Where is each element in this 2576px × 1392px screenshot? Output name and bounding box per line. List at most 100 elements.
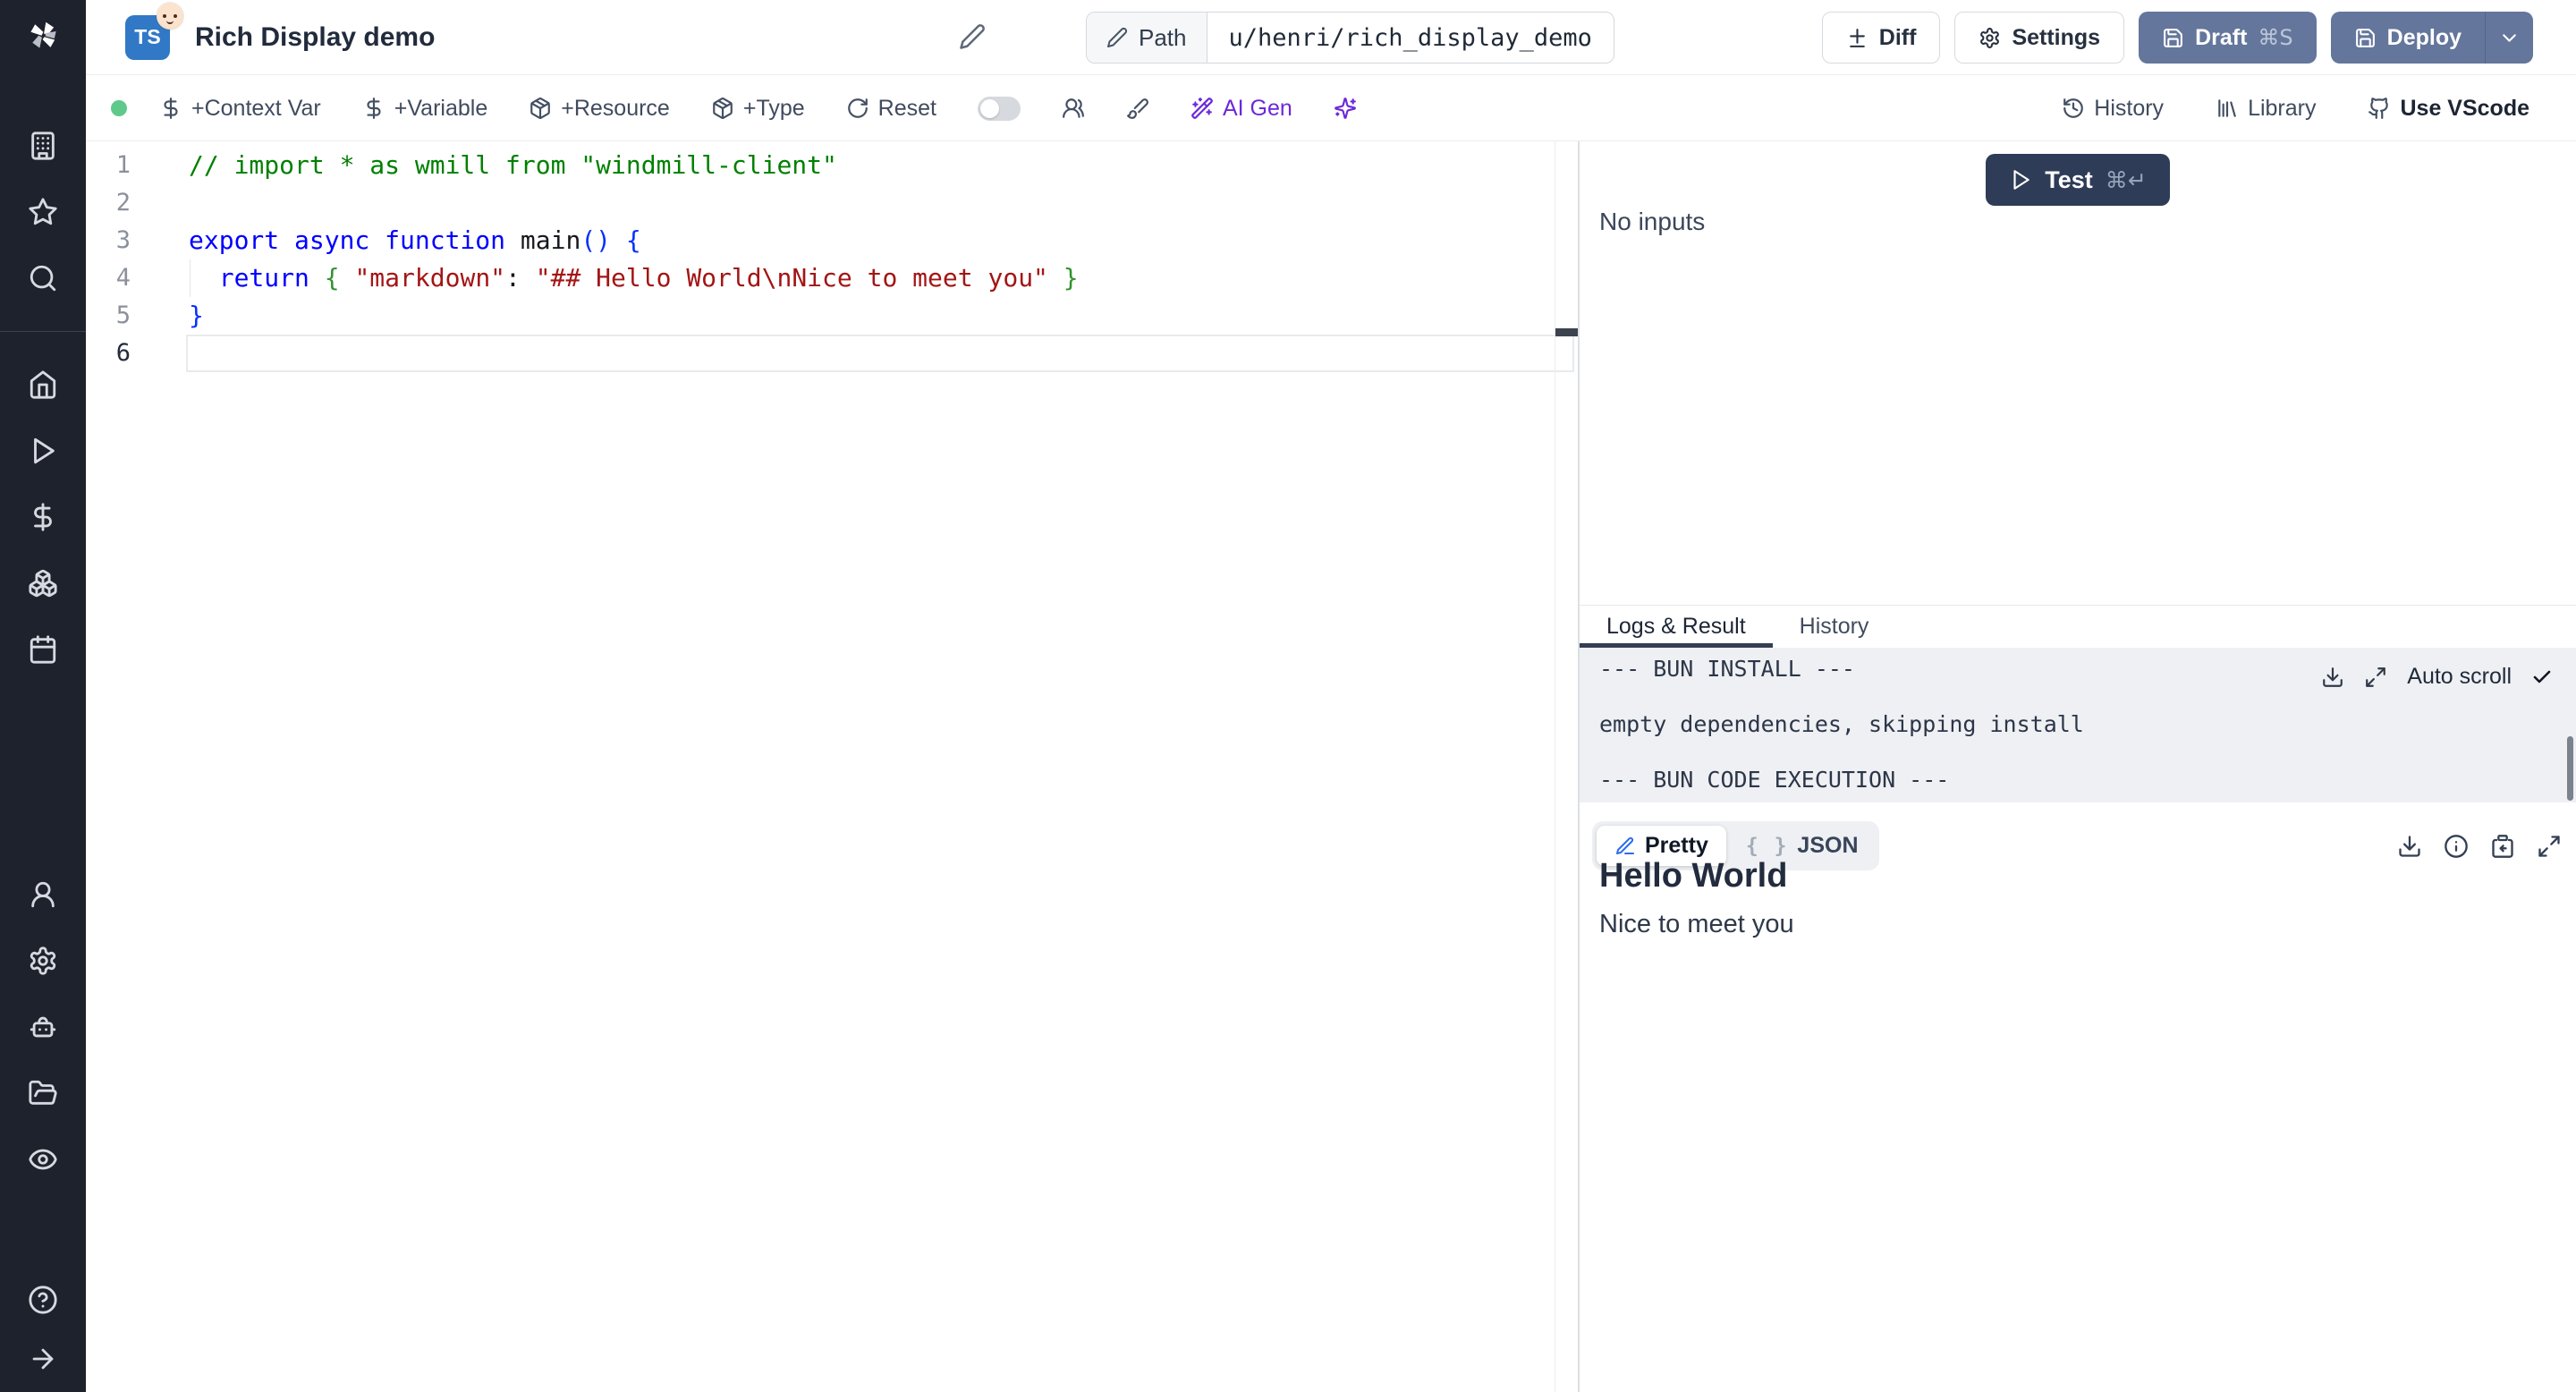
use-vscode-button[interactable]: Use VScode [2368,96,2529,122]
sidebar-item-favorites[interactable] [28,197,58,227]
expand-result-button[interactable] [2537,834,2562,859]
format-button[interactable] [1126,97,1149,120]
reset-label: Reset [877,95,936,121]
download-icon [2399,835,2420,857]
code-line[interactable] [189,335,1079,372]
reset-button[interactable]: Reset [846,96,936,122]
sidebar-item-help[interactable] [28,1285,58,1315]
code-line[interactable] [189,184,1079,222]
dollar-icon [164,98,178,119]
multiplayer-toggle[interactable] [977,96,1021,121]
add-context-var-label: +Context Var [191,95,321,121]
code-line[interactable]: // import * as wmill from "windmill-clie… [189,147,1079,184]
result-heading: Hello World [1599,857,1788,895]
path-value[interactable]: u/henri/rich_display_demo [1208,13,1614,63]
expand-icon [2366,666,2386,687]
add-type-label: +Type [742,95,805,121]
overview-ruler-cursor-mark [1555,328,1578,336]
download-icon [2323,666,2343,687]
sidebar-item-resources[interactable] [28,568,58,598]
expand-icon [2538,835,2560,857]
code-line[interactable]: export async function main() { [189,222,1079,259]
tab-logs-result[interactable]: Logs & Result [1580,606,1773,648]
settings-button[interactable]: Settings [1954,12,2125,64]
log-scrollbar[interactable] [2567,736,2573,801]
edit-summary-button[interactable] [959,23,986,50]
sidebar-expand-button[interactable] [28,1344,58,1374]
add-context-var-button[interactable]: +Context Var [159,96,321,122]
windmill-logo[interactable] [22,14,64,55]
sidebar-item-runs[interactable] [28,436,58,466]
github-cat-icon [2368,98,2389,119]
diff-icon [1849,28,1865,47]
download-result-button[interactable] [2397,834,2422,859]
result-info-button[interactable] [2444,834,2469,859]
auto-scroll-label[interactable]: Auto scroll [2407,664,2512,690]
sidebar-item-variables[interactable] [28,502,58,532]
code-content[interactable]: // import * as wmill from "windmill-clie… [189,147,1079,372]
ai-sparkles-button[interactable] [1334,97,1357,120]
calendar-icon [30,635,56,664]
code-line[interactable]: } [189,297,1079,335]
package-icon [713,98,733,119]
search-icon [30,265,56,292]
sidebar-item-home[interactable] [28,369,58,400]
code-line[interactable]: return { "markdown": "## Hello World\nNi… [189,259,1079,297]
add-variable-label: +Variable [394,95,488,121]
draft-shortcut: ⌘S [2258,25,2293,50]
toolbar-left-items: +Context Var +Variable +Resource +Type R… [159,96,1357,122]
test-button[interactable]: Test ⌘↵ [1986,154,2170,206]
header: TS Rich Display demo Path u/henri/rich_d… [86,0,2576,75]
chevron-down-icon [2503,33,2516,42]
copy-result-button[interactable] [2490,834,2515,859]
add-variable-button[interactable]: +Variable [362,96,487,122]
gear-icon [1980,27,2000,48]
sidebar-item-audit-logs[interactable] [28,1144,58,1175]
sidebar-item-search[interactable] [28,263,58,293]
wand-icon [1191,98,1213,119]
script-title: Rich Display demo [195,21,436,52]
diff-label: Diff [1878,24,1917,50]
ai-gen-button[interactable]: AI Gen [1191,96,1292,122]
braces-icon: { } [1745,834,1789,858]
library-button[interactable]: Library [2216,96,2316,122]
home-icon [30,370,56,399]
sidebar-item-users[interactable] [28,879,58,910]
sidebar-item-schedules[interactable] [28,634,58,665]
help-circle-icon [29,1286,57,1314]
logs-output: --- BUN INSTALL --- empty dependencies, … [1580,648,2576,802]
add-resource-button[interactable]: +Resource [529,96,670,122]
deploy-button[interactable]: Deploy [2330,12,2485,64]
multiplayer-button[interactable] [1062,97,1085,120]
history-button[interactable]: History [2062,96,2164,122]
line-number: 1 [115,151,131,179]
gear-icon [30,946,56,975]
test-shortcut: ⌘↵ [2105,166,2147,193]
windmill-script-editor: TS Rich Display demo Path u/henri/rich_d… [0,0,2576,1392]
add-resource-label: +Resource [561,95,670,121]
deploy-dropdown-button[interactable] [2485,12,2533,64]
brush-icon [1127,98,1148,119]
sidebar-item-settings[interactable] [28,946,58,976]
sidebar-item-folders[interactable] [28,1078,58,1108]
sidebar-item-workspace[interactable] [28,131,58,161]
pretty-label: Pretty [1645,833,1708,858]
tab-history[interactable]: History [1773,606,1896,647]
diff-button[interactable]: Diff [1821,12,1941,64]
add-type-button[interactable]: +Type [711,96,805,122]
download-logs-button[interactable] [2321,666,2344,689]
result-body: Nice to meet you [1599,910,1794,938]
folder-open-icon [29,1080,57,1105]
draft-button[interactable]: Draft ⌘S [2139,12,2317,64]
sidebar-item-workers[interactable] [28,1012,58,1042]
library-label: Library [2248,95,2317,121]
path-edit-button[interactable]: Path [1087,13,1208,63]
run-panel: Test ⌘↵ No inputs Logs & Result History … [1580,141,2576,1392]
expand-logs-button[interactable] [2364,666,2387,689]
no-inputs-text: No inputs [1599,208,1706,235]
dollar-icon [367,98,381,119]
play-icon [34,437,55,464]
language-badge: TS [125,2,183,60]
arrow-right-icon [32,1348,54,1370]
code-editor[interactable]: 1 2 3 4 5 6 // import * as wmill from "windmi… [86,141,1578,1392]
